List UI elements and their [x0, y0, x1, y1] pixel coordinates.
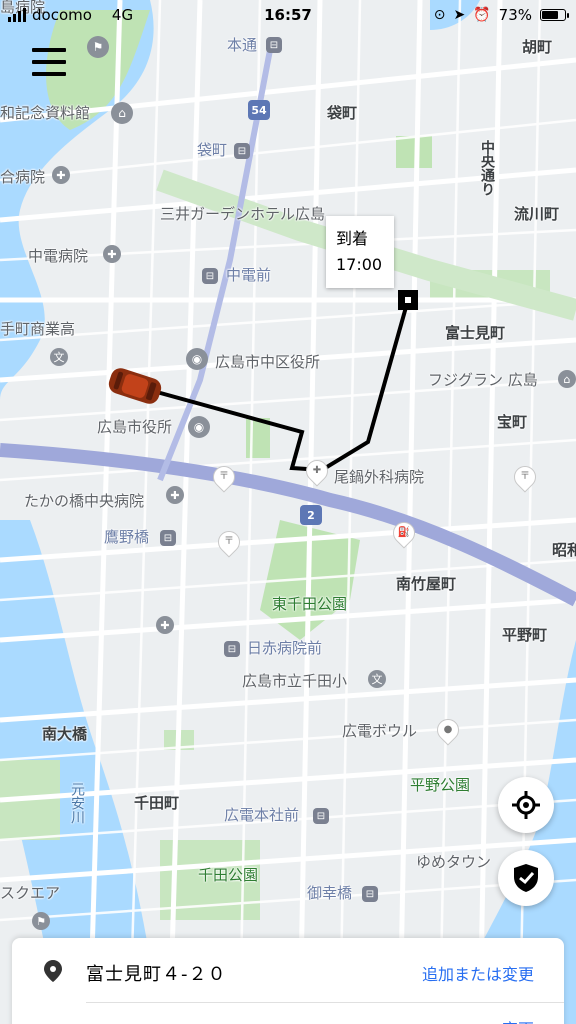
government-icon: ◉ [188, 416, 210, 438]
map-label-street: 中央通り [479, 140, 495, 196]
eta-label: 到着 [336, 229, 369, 248]
map-label-hospital: 合病院 [0, 168, 46, 186]
map-label-mall: ゆめタウン [416, 853, 492, 871]
school-icon: 文 [368, 670, 386, 688]
row-icon [12, 1010, 32, 1024]
map-label-district: 宝町 [497, 413, 528, 431]
tram-stop-icon: ⊟ [160, 530, 176, 546]
map-view[interactable]: 島病院 本通 ⊟ 胡町 ⚑ 和記念資料館 ⌂ 袋町 袋町 ⊟ 合病院 ✚ 中央通… [0, 0, 576, 1024]
map-label-bowling: 広電ボウル [342, 722, 418, 740]
map-label-district: 流川町 [514, 205, 560, 223]
place-icon: ⚑ [32, 912, 50, 930]
government-icon: ◉ [186, 348, 208, 370]
eta-time: 17:00 [336, 254, 383, 274]
tram-stop-icon: ⊟ [313, 808, 329, 824]
map-label-district: 千田町 [134, 794, 180, 812]
hospital-icon: ✚ [166, 486, 184, 504]
map-label-station: 鷹野橋 [104, 528, 150, 546]
map-label-park: 平野公園 [410, 776, 471, 794]
museum-icon: ⌂ [111, 102, 133, 124]
route-54-shield: 54 [248, 100, 270, 120]
divider [86, 1002, 564, 1003]
app-screen: 島病院 本通 ⊟ 胡町 ⚑ 和記念資料館 ⌂ 袋町 袋町 ⊟ 合病院 ✚ 中央通… [0, 0, 576, 1024]
menu-button[interactable] [32, 48, 66, 76]
school-icon: 文 [50, 348, 68, 366]
map-label-school: 手町商業高 [0, 320, 76, 338]
map-label-school: 広島市立千田小 [242, 672, 348, 690]
hospital-icon: ✚ [156, 616, 174, 634]
map-label-station: 御幸橋 [307, 884, 353, 902]
trip-details-card: 富士見町４-２０ 追加または変更 変更 [12, 938, 564, 1024]
tram-stop-icon: ⊟ [224, 641, 240, 657]
alarm-icon: ⏰ [473, 7, 491, 23]
status-bar: docomo 4G 16:57 ⊙ ➤ ⏰ 73% [0, 0, 576, 30]
map-label-clinic: 尾鍋外科病院 [334, 468, 425, 486]
tram-stop-icon: ⊟ [362, 886, 378, 902]
destination-row[interactable]: 富士見町４-２０ 追加または変更 [12, 938, 564, 1002]
hospital-icon: ✚ [52, 166, 70, 184]
shield-check-icon [514, 864, 538, 892]
map-label-museum: 和記念資料館 [0, 104, 91, 122]
hospital-icon: ✚ [103, 245, 121, 263]
map-label-station: 広電本社前 [224, 806, 300, 824]
change-link[interactable]: 変更 [502, 1016, 534, 1024]
landmark-icon: ⚑ [87, 36, 109, 58]
tram-stop-icon: ⊟ [266, 37, 282, 53]
tram-stop-icon: ⊟ [202, 268, 218, 284]
map-label-station: 袋町 [197, 141, 228, 159]
add-or-change-link[interactable]: 追加または変更 [422, 961, 534, 985]
map-label-square: スクエア [0, 884, 61, 902]
map-label-store: フジグラン 広島 [428, 371, 538, 389]
shopping-icon: ⌂ [558, 370, 576, 388]
map-label-district: 平野町 [502, 626, 548, 644]
map-label-district: 胡町 [522, 38, 553, 56]
safety-toolkit-button[interactable] [498, 850, 554, 906]
crosshair-icon [512, 791, 540, 819]
menu-icon-bar [32, 60, 66, 64]
map-label-park: 千田公園 [198, 866, 259, 884]
map-label-river: 元安川 [69, 782, 85, 824]
map-label-station: 中電前 [226, 266, 272, 284]
map-label-station: 本通 [227, 36, 258, 54]
tram-stop-icon: ⊟ [234, 143, 250, 159]
map-label-district: 袋町 [327, 104, 358, 122]
eta-callout: 到着 17:00 [326, 216, 394, 288]
locate-me-button[interactable] [498, 777, 554, 833]
orientation-lock-icon: ⊙ [433, 7, 446, 23]
map-label-ward-office: 広島市中区役所 [215, 353, 321, 371]
map-label-city-hall: 広島市役所 [97, 418, 173, 436]
menu-icon-bar [32, 72, 66, 76]
location-pin-icon [44, 960, 62, 982]
status-right: ⊙ ➤ ⏰ 73% [433, 6, 569, 24]
location-arrow-icon: ➤ [453, 7, 466, 23]
battery-icon [540, 9, 569, 21]
map-label-district: 富士見町 [445, 324, 506, 342]
battery-level-fill [542, 11, 559, 19]
map-label-hotel: 三井ガーデンホテル広島 [160, 205, 326, 223]
map-label-hospital: 中電病院 [28, 247, 89, 265]
map-label-bridge: 南大橋 [42, 725, 88, 743]
map-label-hospital: たかの橋中央病院 [24, 492, 145, 510]
route-2-shield: 2 [300, 505, 322, 525]
destination-address: 富士見町４-２０ [86, 964, 227, 985]
map-label-district: 南竹屋町 [396, 575, 457, 593]
menu-icon-bar [32, 48, 66, 52]
battery-percent: 73% [498, 6, 532, 24]
map-label-station: 日赤病院前 [247, 639, 323, 657]
map-label-park: 東千田公園 [272, 595, 348, 613]
map-label-district: 昭和 [552, 541, 576, 559]
